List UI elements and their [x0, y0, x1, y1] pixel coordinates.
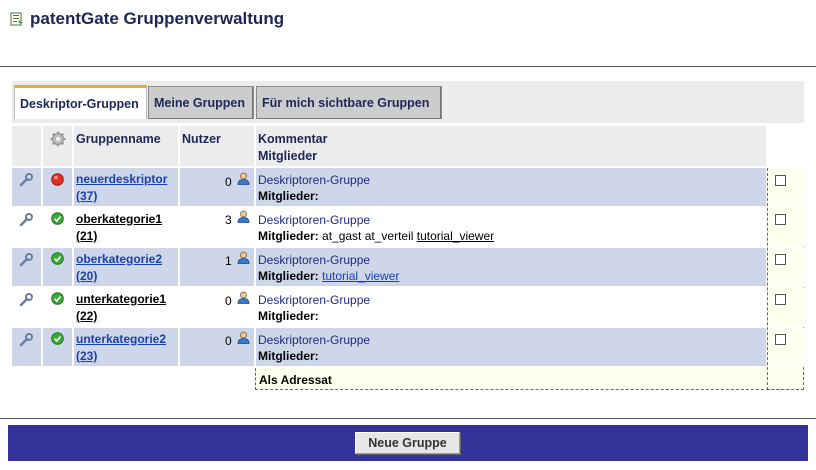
user-count: 0: [225, 175, 232, 189]
gear-icon: [50, 131, 66, 150]
wrench-icon[interactable]: [19, 253, 33, 270]
group-comment: Deskriptoren-Gruppe: [258, 293, 371, 307]
wrench-icon[interactable]: [19, 173, 33, 190]
members-label: Mitglieder:: [258, 189, 319, 203]
group-comment: Deskriptoren-Gruppe: [258, 333, 371, 347]
wrench-icon[interactable]: [19, 293, 33, 310]
table-header: Gruppenname Nutzer Kommentar Mitglieder: [12, 126, 804, 166]
user-count: 0: [225, 294, 232, 308]
page-title: patentGate Gruppenverwaltung: [30, 9, 285, 28]
person-icon[interactable]: [237, 172, 250, 188]
footer-divider: [0, 418, 816, 419]
header-divider: [0, 66, 816, 67]
addressee-checkbox[interactable]: [775, 214, 786, 225]
members-line: Mitglieder: at_gast at_verteil tutorial_…: [258, 229, 494, 243]
members-label: Mitglieder:: [258, 229, 319, 243]
members-label: Mitglieder:: [258, 269, 319, 283]
group-name-link[interactable]: oberkategorie1: [76, 212, 162, 226]
group-comment: Deskriptoren-Gruppe: [258, 253, 371, 267]
group-id-link[interactable]: (21): [76, 229, 97, 243]
member-link[interactable]: tutorial_viewer: [322, 269, 399, 283]
header-nutzer: Nutzer: [182, 132, 221, 146]
group-comment: Deskriptoren-Gruppe: [258, 213, 371, 227]
addressee-checkbox[interactable]: [775, 254, 786, 265]
group-comment: Deskriptoren-Gruppe: [258, 173, 371, 187]
status-ok-icon: [51, 212, 64, 228]
person-icon[interactable]: [237, 251, 250, 267]
person-icon[interactable]: [237, 291, 250, 307]
tab-meine-gruppen[interactable]: Meine Gruppen: [148, 86, 254, 119]
group-id-link[interactable]: (22): [76, 309, 97, 323]
member-link[interactable]: tutorial_viewer: [417, 229, 494, 243]
status-ok-icon: [51, 332, 64, 348]
status-ok-icon: [51, 252, 64, 268]
addressee-label: Als Adressat: [259, 373, 332, 387]
user-count: 3: [225, 213, 232, 227]
user-count: 0: [225, 334, 232, 348]
header-kommentar: Kommentar: [258, 132, 328, 146]
wrench-icon[interactable]: [19, 213, 33, 230]
members-line: Mitglieder: tutorial_viewer: [258, 269, 399, 283]
addressee-checkbox[interactable]: [775, 175, 786, 186]
tab-deskriptor-gruppen[interactable]: Deskriptor-Gruppen: [14, 85, 147, 119]
status-ok-icon: [51, 292, 64, 308]
wrench-icon[interactable]: [19, 333, 33, 350]
user-count: 1: [225, 254, 232, 268]
group-id-link[interactable]: (23): [76, 349, 97, 363]
group-name-link[interactable]: unterkategorie2: [76, 332, 166, 346]
person-icon[interactable]: [237, 331, 250, 347]
group-name-link[interactable]: oberkategorie2: [76, 252, 162, 266]
new-group-button[interactable]: Neue Gruppe: [355, 432, 460, 454]
members-label: Mitglieder:: [258, 309, 319, 323]
group-id-link[interactable]: (37): [76, 189, 97, 203]
members-plain: at_gast at_verteil: [322, 229, 414, 243]
group-name-link[interactable]: unterkategorie1: [76, 292, 166, 306]
person-icon[interactable]: [237, 210, 250, 226]
tab-sichtbare-gruppen[interactable]: Für mich sichtbare Gruppen: [256, 86, 442, 119]
header-mitglieder: Mitglieder: [258, 149, 318, 163]
addressee-checkbox[interactable]: [775, 334, 786, 345]
group-name-link[interactable]: neuerdeskriptor: [76, 172, 167, 186]
addressee-checkbox[interactable]: [775, 294, 786, 305]
group-id-link[interactable]: (20): [76, 269, 97, 283]
members-label: Mitglieder:: [258, 349, 319, 363]
page-header: patentGate Gruppenverwaltung: [10, 8, 284, 30]
document-icon: [10, 12, 24, 26]
status-red-icon: [51, 173, 64, 189]
header-gruppenname: Gruppenname: [76, 132, 161, 146]
